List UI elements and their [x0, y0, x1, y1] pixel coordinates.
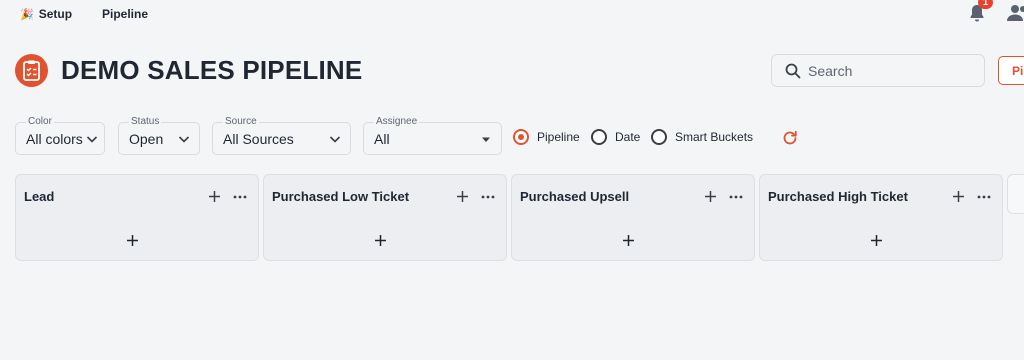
status-filter-value: Open	[129, 131, 164, 147]
radio-unselected-icon[interactable]	[651, 129, 667, 145]
plus-icon[interactable]	[952, 190, 965, 203]
search-input[interactable]	[808, 62, 978, 80]
color-filter[interactable]: Color All colors	[15, 116, 105, 155]
add-stage-button[interactable]	[1007, 174, 1024, 214]
chevron-down-icon	[329, 136, 341, 143]
assignee-filter[interactable]: Assignee All	[363, 116, 502, 155]
add-card-icon[interactable]	[126, 234, 139, 247]
plus-icon[interactable]	[208, 190, 221, 203]
status-filter-label: Status	[129, 116, 162, 128]
refresh-icon[interactable]	[782, 130, 798, 146]
view-radio-smart-buckets-label: Smart Buckets	[675, 130, 754, 144]
nav-setup-label: Setup	[38, 7, 73, 21]
pipelines-button[interactable]: Pip	[998, 56, 1024, 85]
search-box[interactable]	[771, 54, 985, 87]
more-options-icon[interactable]	[977, 195, 991, 199]
add-card-icon[interactable]	[374, 234, 387, 247]
top-nav: 🎉 Setup Pipeline 1	[0, 0, 1024, 30]
radio-unselected-icon[interactable]	[591, 129, 607, 145]
source-filter[interactable]: Source All Sources	[212, 116, 351, 155]
view-radio-smart-buckets[interactable]: Smart Buckets	[651, 129, 753, 145]
view-radio-date[interactable]: Date	[591, 129, 640, 145]
nav-setup-link[interactable]: 🎉 Setup	[20, 7, 72, 21]
party-popper-icon: 🎉	[20, 8, 34, 21]
source-filter-value: All Sources	[223, 131, 294, 147]
search-icon	[785, 63, 801, 79]
assignee-filter-value: All	[374, 131, 390, 147]
pipeline-clipboard-icon	[15, 54, 48, 87]
plus-icon[interactable]	[456, 190, 469, 203]
column-title: Purchased Upsell	[520, 189, 630, 204]
color-filter-value: All colors	[26, 131, 83, 147]
caret-down-icon	[482, 137, 490, 142]
users-icon[interactable]	[1006, 3, 1024, 23]
pipeline-column: Purchased Upsell	[511, 174, 755, 261]
status-filter[interactable]: Status Open	[118, 116, 200, 155]
column-title: Lead	[24, 189, 55, 204]
view-radio-pipeline[interactable]: Pipeline	[513, 129, 580, 145]
add-card-icon[interactable]	[622, 234, 635, 247]
add-card-icon[interactable]	[870, 234, 883, 247]
pipeline-column: Purchased High Ticket	[759, 174, 1003, 261]
notification-badge: 1	[978, 0, 993, 9]
column-title: Purchased High Ticket	[768, 189, 908, 204]
pipeline-column: Lead	[15, 174, 259, 261]
more-options-icon[interactable]	[729, 195, 743, 199]
source-filter-label: Source	[223, 116, 259, 128]
assignee-filter-label: Assignee	[374, 116, 420, 128]
nav-pipeline-link[interactable]: Pipeline	[102, 7, 148, 21]
chevron-down-icon	[178, 136, 190, 143]
radio-selected-icon[interactable]	[513, 129, 529, 145]
pipeline-column: Purchased Low Ticket	[263, 174, 507, 261]
color-filter-label: Color	[26, 116, 54, 128]
more-options-icon[interactable]	[233, 195, 247, 199]
page-title: DEMO SALES PIPELINE	[61, 55, 363, 85]
plus-icon[interactable]	[704, 190, 717, 203]
view-radio-date-label: Date	[615, 130, 641, 144]
column-title: Purchased Low Ticket	[272, 189, 410, 204]
more-options-icon[interactable]	[481, 195, 495, 199]
view-radio-pipeline-label: Pipeline	[537, 130, 580, 144]
chevron-down-icon	[86, 136, 98, 143]
